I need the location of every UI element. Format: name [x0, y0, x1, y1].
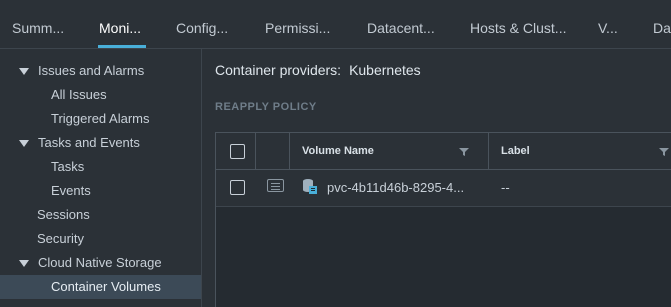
select-all-checkbox[interactable] — [230, 144, 245, 159]
filter-icon[interactable] — [659, 147, 669, 157]
tab-bar: Summ... Moni... Config... Permissi... Da… — [0, 0, 671, 49]
volume-icon — [303, 179, 317, 194]
container-providers: Container providers: Kubernetes — [215, 62, 421, 78]
sidebar-item-label: All Issues — [51, 87, 107, 102]
sidebar-item-label: Triggered Alarms — [51, 111, 150, 126]
active-tab-indicator — [98, 45, 146, 48]
tab-summary[interactable]: Summ... — [12, 20, 64, 36]
sidebar-item-issues-and-alarms[interactable]: Issues and Alarms — [0, 59, 201, 83]
row-checkbox[interactable] — [230, 180, 245, 195]
providers-value: Kubernetes — [349, 62, 421, 78]
sidebar-item-label: Cloud Native Storage — [38, 255, 162, 270]
sidebar-item-security[interactable]: Security — [0, 227, 201, 251]
tab-permissions[interactable]: Permissi... — [265, 20, 330, 36]
sidebar-item-triggered-alarms[interactable]: Triggered Alarms — [0, 107, 201, 131]
grid-header: Volume Name Label — [216, 133, 671, 170]
tab-datastores[interactable]: Da — [653, 20, 671, 36]
sidebar-item-sessions[interactable]: Sessions — [0, 203, 201, 227]
sidebar-item-label: Tasks — [51, 159, 85, 174]
tab-monitor[interactable]: Moni... — [99, 20, 141, 36]
label-cell: -- — [501, 180, 510, 195]
detail-icon[interactable] — [267, 179, 284, 192]
tab-configure[interactable]: Config... — [176, 20, 228, 36]
column-header-volume-name[interactable]: Volume Name — [302, 145, 374, 157]
column-divider — [289, 133, 290, 169]
sidebar-item-label: Issues and Alarms — [38, 63, 145, 78]
tab-datacenters[interactable]: Datacent... — [367, 20, 435, 36]
sidebar: Issues and Alarms All Issues Triggered A… — [0, 49, 202, 307]
sidebar-item-label: Security — [37, 231, 84, 246]
tab-vms[interactable]: V... — [598, 20, 618, 36]
column-divider[interactable] — [488, 133, 489, 169]
sidebar-item-events[interactable]: Events — [0, 179, 201, 203]
volumes-grid: Volume Name Label pvc-4b11d46b-8295-4...… — [215, 132, 671, 307]
caret-down-icon[interactable] — [19, 68, 29, 75]
volume-name-cell[interactable]: pvc-4b11d46b-8295-4... — [327, 180, 464, 195]
sidebar-item-label: Tasks and Events — [38, 135, 140, 150]
sidebar-item-tasks-and-events[interactable]: Tasks and Events — [0, 131, 201, 155]
sidebar-item-tasks[interactable]: Tasks — [0, 155, 201, 179]
sidebar-item-cloud-native-storage[interactable]: Cloud Native Storage — [0, 251, 201, 275]
caret-down-icon[interactable] — [19, 140, 29, 147]
table-row[interactable]: pvc-4b11d46b-8295-4... -- — [216, 170, 671, 207]
sidebar-item-container-volumes[interactable]: Container Volumes — [0, 275, 201, 299]
filter-icon[interactable] — [459, 147, 469, 157]
main-content: Container providers: Kubernetes REAPPLY P… — [202, 49, 671, 307]
column-header-label[interactable]: Label — [501, 145, 530, 157]
caret-down-icon[interactable] — [19, 260, 29, 267]
sidebar-item-label: Container Volumes — [51, 279, 161, 294]
reapply-policy-button[interactable]: REAPPLY POLICY — [215, 101, 317, 113]
tab-hosts-clusters[interactable]: Hosts & Clust... — [470, 20, 566, 36]
column-divider — [255, 133, 256, 169]
providers-label: Container providers: — [215, 62, 342, 78]
sidebar-item-label: Sessions — [37, 207, 90, 222]
sidebar-item-all-issues[interactable]: All Issues — [0, 83, 201, 107]
sidebar-item-label: Events — [51, 183, 91, 198]
app-root: Summ... Moni... Config... Permissi... Da… — [0, 0, 671, 307]
